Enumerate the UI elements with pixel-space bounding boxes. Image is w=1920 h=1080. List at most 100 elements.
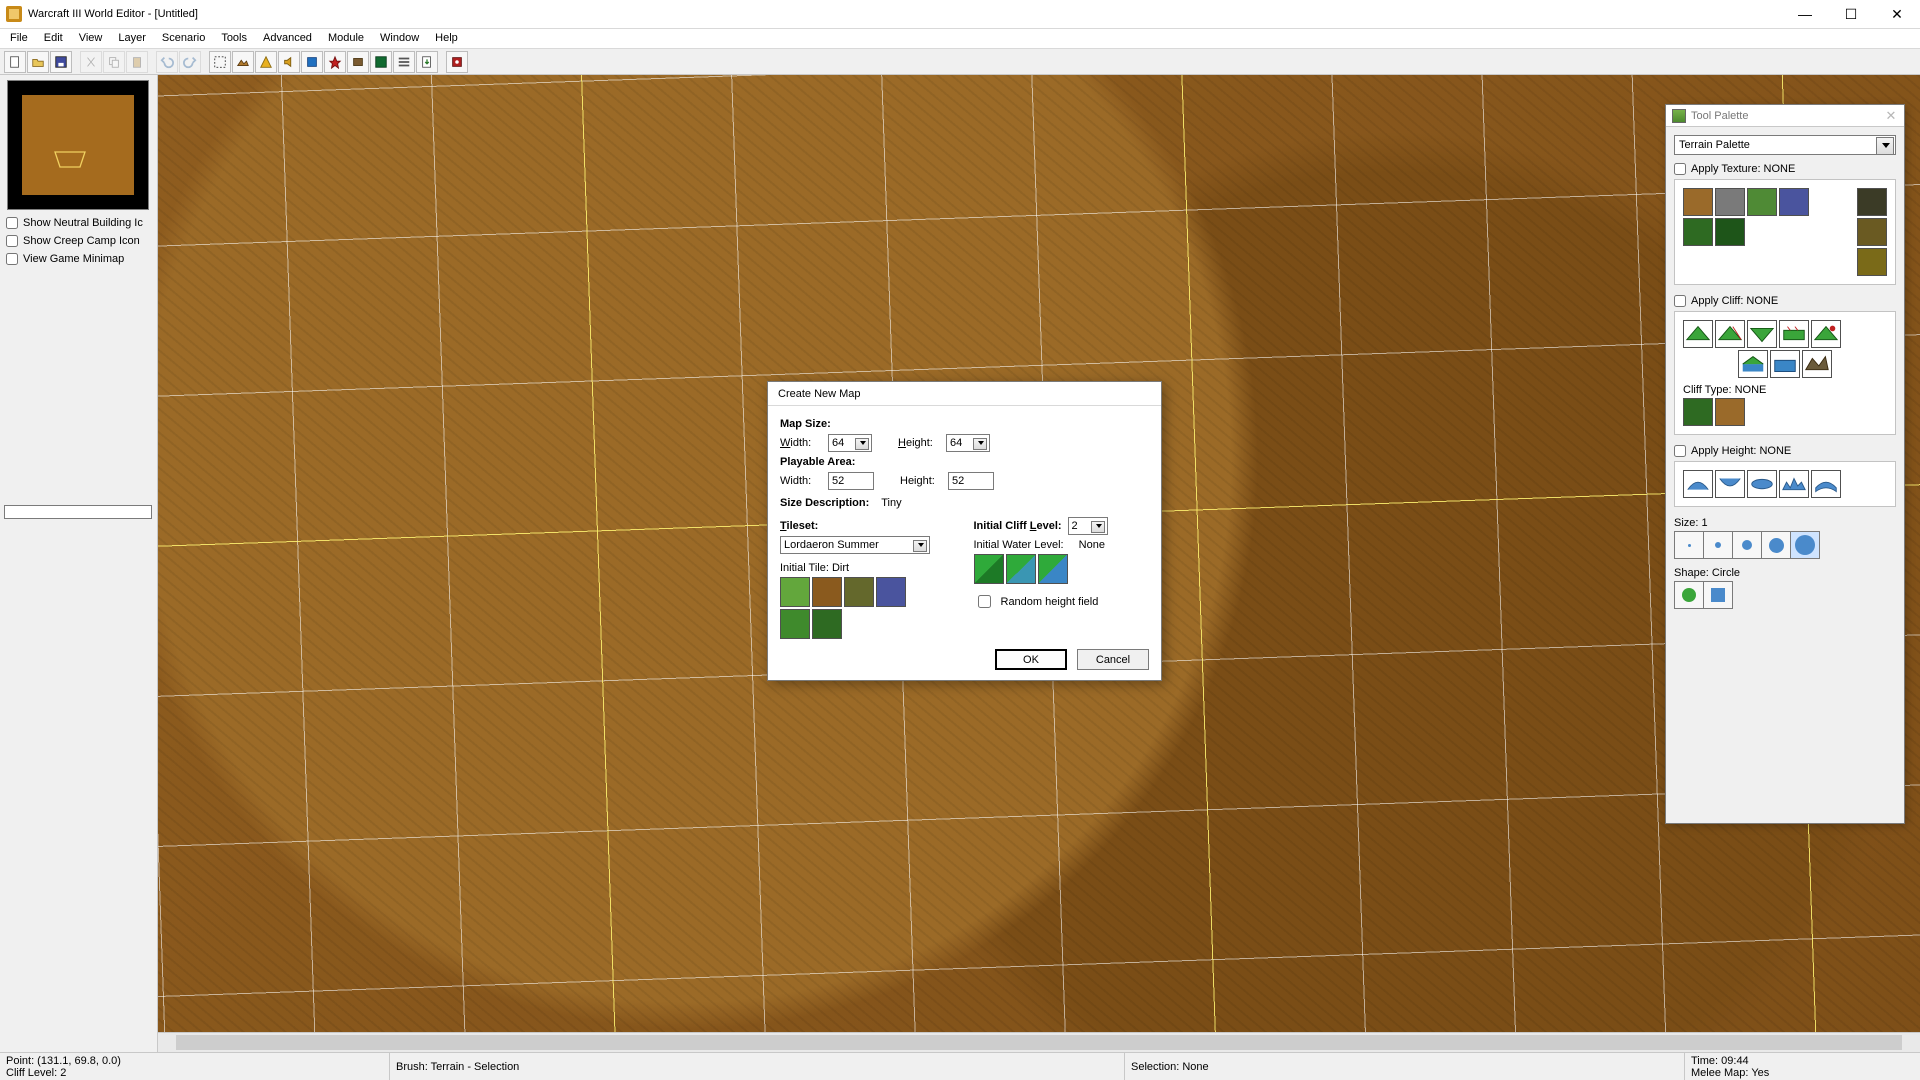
map-height-dropdown[interactable]: 64 <box>946 434 990 452</box>
tile-swatch[interactable] <box>812 609 842 639</box>
menu-module[interactable]: Module <box>320 30 372 47</box>
check-show-creep[interactable]: Show Creep Camp Icon <box>6 232 151 250</box>
apply-cliff-checkbox[interactable] <box>1674 295 1686 307</box>
menu-window[interactable]: Window <box>372 30 427 47</box>
height-tool[interactable] <box>1747 470 1777 498</box>
height-tool[interactable] <box>1779 470 1809 498</box>
minimap-terrain <box>22 95 134 195</box>
texture-swatch[interactable] <box>1715 218 1745 246</box>
terrain-editor-button[interactable] <box>232 51 254 73</box>
apply-texture-checkbox[interactable] <box>1674 163 1686 175</box>
undo-button[interactable] <box>156 51 178 73</box>
texture-swatch[interactable] <box>1715 188 1745 216</box>
clifftype-swatch[interactable] <box>1715 398 1745 426</box>
tile-swatch[interactable] <box>812 577 842 607</box>
menu-layer[interactable]: Layer <box>110 30 154 47</box>
tile-swatch[interactable] <box>844 577 874 607</box>
palette-type-dropdown[interactable]: Terrain Palette <box>1674 135 1896 155</box>
menu-tools[interactable]: Tools <box>213 30 255 47</box>
cliff-tool[interactable] <box>1747 320 1777 348</box>
boundary-swatch[interactable] <box>1857 188 1887 216</box>
close-button[interactable]: ✕ <box>1874 0 1920 29</box>
map-width-dropdown[interactable]: 64 <box>828 434 872 452</box>
cliff-tool[interactable] <box>1715 320 1745 348</box>
statusbar: Point: (131.1, 69.8, 0.0)Cliff Level: 2 … <box>0 1052 1920 1080</box>
cliff-tool[interactable] <box>1802 350 1832 378</box>
import-manager-button[interactable] <box>416 51 438 73</box>
playable-width-field[interactable]: 52 <box>828 472 874 490</box>
dialog-title: Create New Map <box>768 382 1161 406</box>
brush-size-label: Size: 1 <box>1674 517 1896 529</box>
water-swatch[interactable] <box>1006 554 1036 584</box>
menu-file[interactable]: File <box>2 30 36 47</box>
cliff-tool[interactable] <box>1738 350 1768 378</box>
check-view-minimap[interactable]: View Game Minimap <box>6 250 151 268</box>
height-tool[interactable] <box>1683 470 1713 498</box>
sidebar-list[interactable] <box>4 505 152 519</box>
cut-button[interactable] <box>80 51 102 73</box>
brush-size-5[interactable] <box>1790 531 1820 559</box>
boundary-swatch[interactable] <box>1857 248 1887 276</box>
cliff-tool[interactable] <box>1770 350 1800 378</box>
tile-swatch[interactable] <box>876 577 906 607</box>
copy-button[interactable] <box>103 51 125 73</box>
maximize-button[interactable]: ☐ <box>1828 0 1874 29</box>
save-button[interactable] <box>50 51 72 73</box>
select-tool-button[interactable] <box>209 51 231 73</box>
cliff-tool[interactable] <box>1779 320 1809 348</box>
cliff-tool[interactable] <box>1683 320 1713 348</box>
object-manager-button[interactable] <box>393 51 415 73</box>
ok-button[interactable]: OK <box>995 649 1067 670</box>
menu-view[interactable]: View <box>71 30 111 47</box>
water-swatch[interactable] <box>974 554 1004 584</box>
horizontal-scrollbar[interactable] <box>158 1032 1920 1052</box>
height-tool[interactable] <box>1811 470 1841 498</box>
playable-area-header: Playable Area: <box>780 456 1149 468</box>
tile-swatch[interactable] <box>780 577 810 607</box>
tile-swatch[interactable] <box>780 609 810 639</box>
random-height-checkbox[interactable] <box>978 595 991 608</box>
texture-swatch[interactable] <box>1683 218 1713 246</box>
trigger-editor-button[interactable] <box>324 51 346 73</box>
open-button[interactable] <box>27 51 49 73</box>
brush-shape-square[interactable] <box>1703 581 1733 609</box>
scrollbar-thumb[interactable] <box>176 1035 1902 1050</box>
paste-button[interactable] <box>126 51 148 73</box>
test-map-button[interactable] <box>446 51 468 73</box>
menu-edit[interactable]: Edit <box>36 30 71 47</box>
apply-height-checkbox[interactable] <box>1674 445 1686 457</box>
new-button[interactable] <box>4 51 26 73</box>
unit-editor-button[interactable] <box>255 51 277 73</box>
cliff-tool[interactable] <box>1811 320 1841 348</box>
cancel-button[interactable]: Cancel <box>1077 649 1149 670</box>
sound-editor-button[interactable] <box>278 51 300 73</box>
initial-cliff-level-dropdown[interactable]: 2 <box>1068 517 1108 535</box>
clifftype-swatch[interactable] <box>1683 398 1713 426</box>
brush-size-3[interactable] <box>1732 531 1762 559</box>
cliff-type-label: Cliff Type: NONE <box>1683 384 1887 396</box>
redo-button[interactable] <box>179 51 201 73</box>
water-swatch[interactable] <box>1038 554 1068 584</box>
brush-shape-circle[interactable] <box>1674 581 1704 609</box>
boundary-swatch[interactable] <box>1857 218 1887 246</box>
menu-scenario[interactable]: Scenario <box>154 30 213 47</box>
initial-tile-label: Initial Tile: Dirt <box>780 562 956 574</box>
check-show-neutral[interactable]: Show Neutral Building Ic <box>6 214 151 232</box>
texture-swatch[interactable] <box>1747 188 1777 216</box>
campaign-editor-button[interactable] <box>347 51 369 73</box>
menu-help[interactable]: Help <box>427 30 466 47</box>
menu-advanced[interactable]: Advanced <box>255 30 320 47</box>
palette-close-button[interactable]: ✕ <box>1884 109 1898 123</box>
brush-size-4[interactable] <box>1761 531 1791 559</box>
minimap[interactable] <box>7 80 149 210</box>
height-tool[interactable] <box>1715 470 1745 498</box>
texture-swatch[interactable] <box>1779 188 1809 216</box>
brush-size-1[interactable] <box>1674 531 1704 559</box>
texture-swatch[interactable] <box>1683 188 1713 216</box>
ai-editor-button[interactable] <box>370 51 392 73</box>
minimize-button[interactable]: — <box>1782 0 1828 29</box>
playable-height-field[interactable]: 52 <box>948 472 994 490</box>
tileset-dropdown[interactable]: Lordaeron Summer <box>780 536 930 554</box>
brush-size-2[interactable] <box>1703 531 1733 559</box>
object-editor-button[interactable] <box>301 51 323 73</box>
